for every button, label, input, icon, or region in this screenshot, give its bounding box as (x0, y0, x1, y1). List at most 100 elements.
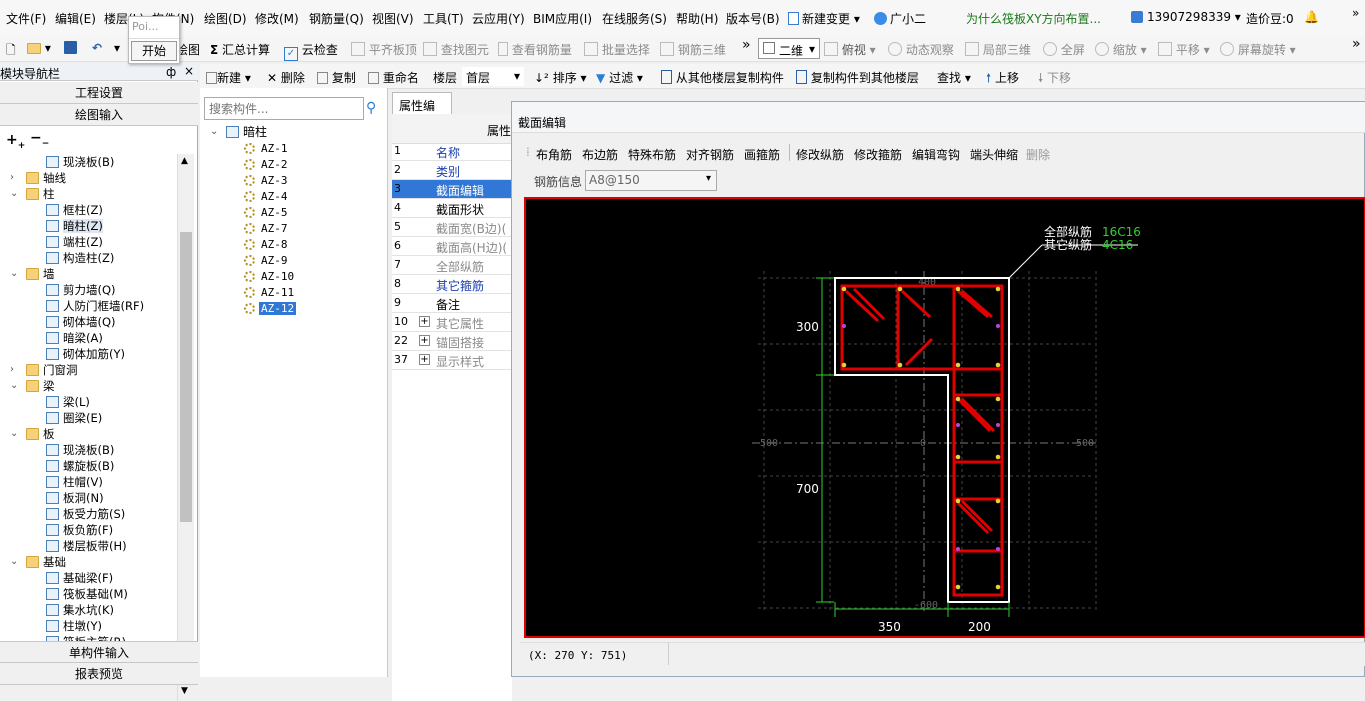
chevron-down-icon[interactable]: ⌄ (210, 124, 220, 140)
search-input[interactable] (209, 99, 359, 118)
screen-rotate-button[interactable]: 屏幕旋转 ▾ (1220, 41, 1296, 58)
tree-item[interactable]: 柱墩(Y) (46, 618, 102, 634)
component-item[interactable]: AZ-12 (244, 300, 297, 316)
chevron-right-icon[interactable]: › (10, 362, 20, 378)
single-input-button[interactable]: 单构件输入 (0, 641, 198, 663)
pin-icon[interactable]: ф (166, 65, 176, 79)
tree-item[interactable]: 砌体加筋(Y) (46, 346, 125, 362)
view-rebar-qty-button[interactable]: 查看钢筋量 (498, 41, 572, 58)
tree-item[interactable]: 梁(L) (46, 394, 90, 410)
section-tool-button[interactable]: 布边筋 (582, 146, 618, 163)
save-icon[interactable] (64, 41, 77, 55)
tab-attribute-edit[interactable]: 属性编辑 (392, 92, 452, 130)
tree-item[interactable]: 板洞(N) (46, 490, 104, 506)
attribute-row[interactable]: 5 截面宽(B边)( (392, 218, 512, 237)
chevron-down-icon[interactable]: ⌄ (10, 426, 20, 442)
undo-dropdown-icon[interactable]: ▾ (114, 41, 120, 55)
menu-cloud[interactable]: 云应用(Y) (472, 10, 525, 27)
tree-item[interactable]: 框柱(Z) (46, 202, 103, 218)
tree-item[interactable]: 板负筋(F) (46, 522, 113, 538)
attribute-row[interactable]: 1 名称 (392, 142, 512, 161)
fullscreen-button[interactable]: 全屏 (1043, 41, 1085, 58)
tree-item[interactable]: 暗梁(A) (46, 330, 103, 346)
project-settings-button[interactable]: 工程设置 (0, 82, 198, 104)
attribute-row[interactable]: 22 + 锚固搭接 (392, 332, 512, 351)
tree-item[interactable]: 现浇板(B) (46, 154, 114, 170)
new-file-icon[interactable]: 🗋 (6, 41, 16, 62)
component-item[interactable]: AZ-5 (244, 204, 290, 220)
find-button[interactable]: 查找 ▾ (937, 69, 971, 86)
menu-new-change[interactable]: 新建变更 ▾ (788, 10, 860, 27)
tree-item[interactable]: 楼层板带(H) (46, 538, 127, 554)
tree-folder[interactable]: ⌄ 梁 (10, 378, 55, 394)
expand-plus-icon[interactable]: + (419, 354, 430, 365)
component-item[interactable]: AZ-1 (244, 140, 290, 156)
section-tool-button[interactable]: 编辑弯钩 (912, 146, 960, 163)
attribute-row[interactable]: 6 截面高(H边)( (392, 237, 512, 256)
component-item[interactable]: AZ-7 (244, 220, 290, 236)
open-folder-icon[interactable]: ▾ (27, 41, 51, 55)
expand-all-icon[interactable]: ++ (6, 132, 25, 151)
tree-item[interactable]: 现浇板(B) (46, 442, 114, 458)
section-tool-button[interactable]: 修改箍筋 (854, 146, 902, 163)
tree-folder[interactable]: ⌄ 柱 (10, 186, 55, 202)
align-slab-button[interactable]: 平齐板顶 (351, 41, 417, 58)
expand-plus-icon[interactable]: + (419, 316, 430, 327)
tree-root-anzhu[interactable]: ⌄ 暗柱 (210, 124, 267, 140)
toolbar-right-overflow[interactable]: » (1352, 36, 1361, 52)
attribute-row[interactable]: 37 + 显示样式 (392, 351, 512, 370)
component-item[interactable]: AZ-8 (244, 236, 290, 252)
tree-folder[interactable]: › 轴线 (10, 170, 66, 186)
section-tool-button[interactable]: 对齐钢筋 (686, 146, 734, 163)
report-preview-button[interactable]: 报表预览 (0, 663, 198, 685)
tree-folder[interactable]: › 门窗洞 (10, 362, 78, 378)
section-canvas[interactable]: -500 0 500 400 -600 300 700 350 200 全部纵筋 16C16 其它纵筋… (524, 197, 1365, 638)
component-item[interactable]: AZ-9 (244, 252, 290, 268)
copy-button[interactable]: 复制 (317, 69, 356, 86)
move-down-button[interactable]: 🠗 下移 (1038, 69, 1071, 90)
scroll-up-icon[interactable]: ▲ (181, 156, 188, 166)
tree-item[interactable]: 剪力墙(Q) (46, 282, 116, 298)
overflow-chevron[interactable]: » (1352, 6, 1359, 20)
component-item[interactable]: AZ-11 (244, 284, 296, 300)
section-tool-button[interactable]: 布角筋 (536, 146, 572, 163)
tree-item[interactable]: 暗柱(Z) (46, 218, 103, 234)
menu-version[interactable]: 版本号(B) (726, 10, 780, 27)
attribute-row[interactable]: 4 截面形状 (392, 199, 512, 218)
tree-item[interactable]: 螺旋板(B) (46, 458, 114, 474)
dynamic-view-button[interactable]: 动态观察 (888, 41, 954, 58)
summary-calc-button[interactable]: Σ 汇总计算 (210, 41, 270, 58)
attribute-row[interactable]: 3 截面编辑 (392, 180, 512, 199)
chevron-down-icon[interactable]: ⌄ (10, 186, 20, 202)
delete-button[interactable]: ✕ 删除 (267, 69, 305, 86)
tree-item[interactable]: 板受力筋(S) (46, 506, 125, 522)
search-icon[interactable]: ⚲ (366, 100, 376, 116)
floor-select[interactable]: 首层 ▾ (462, 67, 524, 86)
pan-button[interactable]: 平移 ▾ (1158, 41, 1210, 58)
attribute-row[interactable]: 2 类别 (392, 161, 512, 180)
start-button[interactable]: 开始 (131, 41, 177, 61)
tree-item[interactable]: 构造柱(Z) (46, 250, 114, 266)
chevron-down-icon[interactable]: ⌄ (10, 378, 20, 394)
rebar-3d-button[interactable]: 钢筋三维 (660, 41, 726, 58)
tree-item[interactable]: 基础梁(F) (46, 570, 113, 586)
menu-guangxiaoer[interactable]: 广小二 (874, 10, 926, 27)
section-tool-button[interactable]: 画箍筋 (744, 146, 780, 163)
attribute-row[interactable]: 7 全部纵筋 (392, 256, 512, 275)
attribute-row[interactable]: 10 + 其它属性 (392, 313, 512, 332)
filter-button[interactable]: ▼ 过滤 ▾ (596, 69, 643, 86)
attribute-row[interactable]: 8 其它箍筋 (392, 275, 512, 294)
chevron-down-icon[interactable]: ⌄ (10, 266, 20, 282)
sort-button[interactable]: ↓² 排序 ▾ (534, 69, 587, 86)
menu-file[interactable]: 文件(F) (6, 10, 46, 27)
menu-modify[interactable]: 修改(M) (255, 10, 299, 27)
menu-online[interactable]: 在线服务(S) (602, 10, 667, 27)
nav-scrollbar[interactable]: ▲ ▼ (177, 154, 194, 701)
copy-to-floor-button[interactable]: 复制构件到其他楼层 (796, 69, 919, 86)
close-icon[interactable]: × (184, 64, 194, 78)
menu-tools[interactable]: 工具(T) (423, 10, 464, 27)
account-menu[interactable]: 13907298339 ▾ (1131, 10, 1241, 24)
view-mode-select[interactable]: 二维 ▾ (758, 38, 820, 59)
section-tool-button[interactable]: 特殊布筋 (628, 146, 676, 163)
menu-rebar-qty[interactable]: 钢筋量(Q) (309, 10, 364, 27)
